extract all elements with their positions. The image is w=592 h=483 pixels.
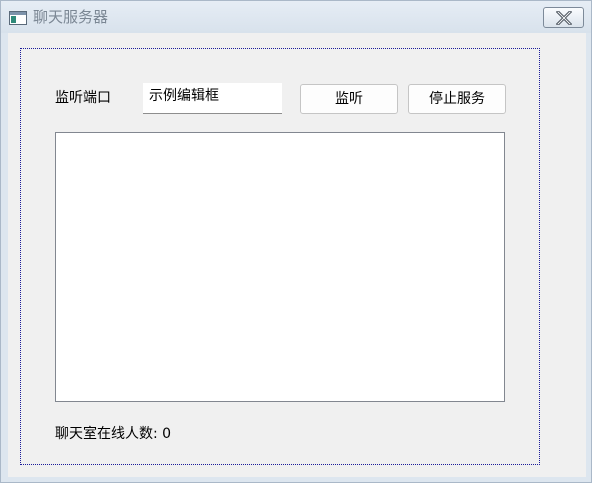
window-title: 聊天服务器 [33,8,109,26]
port-label: 监听端口 [55,90,111,106]
dialog-client-area: 监听端口 示例编辑框 监听 停止服务 聊天室在线人数: 0 [8,33,586,477]
close-icon [556,11,572,25]
app-window: 聊天服务器 监听端口 示例编辑框 监听 停止服务 聊天室在线人数: 0 [0,0,592,483]
listen-button[interactable]: 监听 [300,84,398,114]
port-input[interactable]: 示例编辑框 [143,83,282,114]
app-window-icon [9,10,27,25]
close-button[interactable] [543,7,584,28]
title-bar[interactable]: 聊天服务器 [1,1,591,33]
stop-service-button[interactable]: 停止服务 [408,84,506,114]
message-log-box[interactable] [55,132,505,402]
online-count-label: 聊天室在线人数: 0 [55,426,172,442]
